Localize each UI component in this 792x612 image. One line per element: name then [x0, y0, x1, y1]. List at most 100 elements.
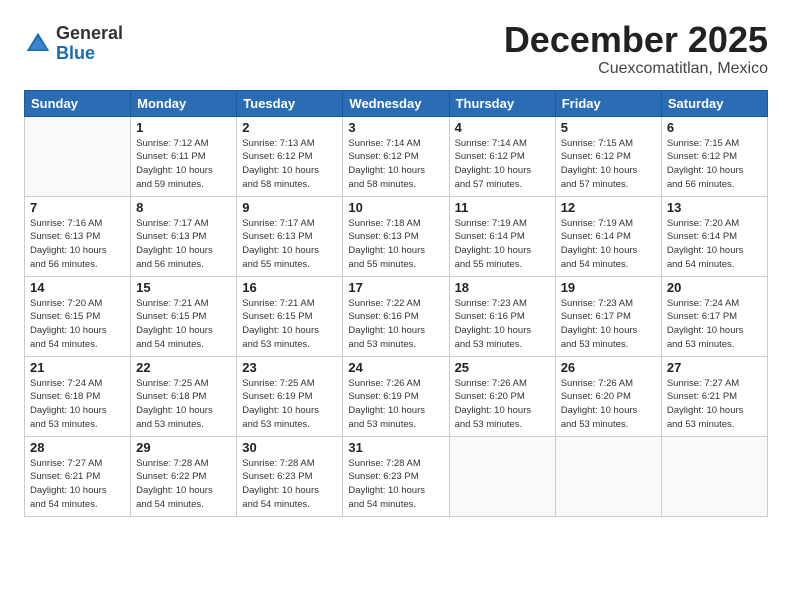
cell-week1-day4: 3 Sunrise: 7:14 AMSunset: 6:12 PMDaylight…: [343, 116, 449, 196]
cell-week2-day6: 12Sunrise: 7:19 AMSunset: 6:14 PMDayligh…: [555, 196, 661, 276]
day-number: 11: [455, 200, 550, 215]
day-number: 26: [561, 360, 656, 375]
cell-week4-day1: 21 Sunrise: 7:24 AMSunset: 6:18 PMDayligh…: [25, 356, 131, 436]
cell-week3-day3: 16Sunrise: 7:21 AMSunset: 6:15 PMDayligh…: [237, 276, 343, 356]
day-number: 17: [348, 280, 443, 295]
day-info: Sunrise: 7:25 AMSunset: 6:19 PMDaylight:…: [242, 377, 337, 432]
day-number: 8: [136, 200, 231, 215]
logo-blue-text: Blue: [56, 44, 123, 64]
cell-week3-day5: 18 Sunrise: 7:23 AMSunset: 6:16 PMDayligh…: [449, 276, 555, 356]
day-info: Sunrise: 7:28 AMSunset: 6:22 PMDaylight:…: [136, 457, 231, 512]
day-info: Sunrise: 7:26 AMSunset: 6:19 PMDaylight:…: [348, 377, 443, 432]
cell-week3-day7: 20 Sunrise: 7:24 AMSunset: 6:17 PMDayligh…: [661, 276, 767, 356]
day-number: 25: [455, 360, 550, 375]
day-info: Sunrise: 7:23 AMSunset: 6:17 PMDaylight:…: [561, 297, 656, 352]
day-number: 2: [242, 120, 337, 135]
cell-week2-day2: 8 Sunrise: 7:17 AMSunset: 6:13 PMDaylight…: [131, 196, 237, 276]
day-info: Sunrise: 7:13 AMSunset: 6:12 PMDaylight:…: [242, 137, 337, 192]
day-info: Sunrise: 7:24 AMSunset: 6:18 PMDaylight:…: [30, 377, 125, 432]
day-info: Sunrise: 7:12 AMSunset: 6:11 PMDaylight:…: [136, 137, 231, 192]
cell-week1-day2: 1 Sunrise: 7:12 AMSunset: 6:11 PMDaylight…: [131, 116, 237, 196]
day-info: Sunrise: 7:19 AMSunset: 6:14 PMDaylight:…: [561, 217, 656, 272]
day-info: Sunrise: 7:20 AMSunset: 6:15 PMDaylight:…: [30, 297, 125, 352]
cell-week5-day2: 29 Sunrise: 7:28 AMSunset: 6:22 PMDayligh…: [131, 436, 237, 516]
cell-week1-day6: 5 Sunrise: 7:15 AMSunset: 6:12 PMDaylight…: [555, 116, 661, 196]
logo-icon: [24, 30, 52, 58]
cell-week2-day1: 7Sunrise: 7:16 AMSunset: 6:13 PMDaylight…: [25, 196, 131, 276]
day-info: Sunrise: 7:14 AMSunset: 6:12 PMDaylight:…: [348, 137, 443, 192]
day-info: Sunrise: 7:18 AMSunset: 6:13 PMDaylight:…: [348, 217, 443, 272]
cell-week1-day1: [25, 116, 131, 196]
day-number: 6: [667, 120, 762, 135]
page: General Blue December 2025 Cuexcomatitla…: [0, 0, 792, 612]
cell-week5-day3: 30Sunrise: 7:28 AMSunset: 6:23 PMDayligh…: [237, 436, 343, 516]
cell-week5-day6: [555, 436, 661, 516]
day-number: 3: [348, 120, 443, 135]
day-info: Sunrise: 7:24 AMSunset: 6:17 PMDaylight:…: [667, 297, 762, 352]
logo-text: General Blue: [56, 24, 123, 64]
day-number: 27: [667, 360, 762, 375]
day-number: 18: [455, 280, 550, 295]
day-number: 5: [561, 120, 656, 135]
day-info: Sunrise: 7:19 AMSunset: 6:14 PMDaylight:…: [455, 217, 550, 272]
cell-week2-day5: 11 Sunrise: 7:19 AMSunset: 6:14 PMDayligh…: [449, 196, 555, 276]
cell-week3-day4: 17 Sunrise: 7:22 AMSunset: 6:16 PMDayligh…: [343, 276, 449, 356]
day-number: 23: [242, 360, 337, 375]
day-number: 16: [242, 280, 337, 295]
header-friday: Friday: [555, 90, 661, 116]
week-row-1: 1 Sunrise: 7:12 AMSunset: 6:11 PMDaylight…: [25, 116, 768, 196]
header: General Blue December 2025 Cuexcomatitla…: [24, 20, 768, 78]
day-number: 30: [242, 440, 337, 455]
day-number: 4: [455, 120, 550, 135]
cell-week4-day3: 23 Sunrise: 7:25 AMSunset: 6:19 PMDayligh…: [237, 356, 343, 436]
cell-week3-day6: 19 Sunrise: 7:23 AMSunset: 6:17 PMDayligh…: [555, 276, 661, 356]
cell-week1-day3: 2 Sunrise: 7:13 AMSunset: 6:12 PMDaylight…: [237, 116, 343, 196]
day-info: Sunrise: 7:17 AMSunset: 6:13 PMDaylight:…: [136, 217, 231, 272]
week-row-2: 7Sunrise: 7:16 AMSunset: 6:13 PMDaylight…: [25, 196, 768, 276]
day-number: 13: [667, 200, 762, 215]
day-number: 1: [136, 120, 231, 135]
cell-week5-day1: 28Sunrise: 7:27 AMSunset: 6:21 PMDayligh…: [25, 436, 131, 516]
header-thursday: Thursday: [449, 90, 555, 116]
cell-week5-day4: 31 Sunrise: 7:28 AMSunset: 6:23 PMDayligh…: [343, 436, 449, 516]
day-info: Sunrise: 7:25 AMSunset: 6:18 PMDaylight:…: [136, 377, 231, 432]
cell-week4-day2: 22Sunrise: 7:25 AMSunset: 6:18 PMDayligh…: [131, 356, 237, 436]
logo: General Blue: [24, 24, 123, 64]
calendar-title: December 2025: [504, 20, 768, 60]
day-number: 29: [136, 440, 231, 455]
week-row-5: 28Sunrise: 7:27 AMSunset: 6:21 PMDayligh…: [25, 436, 768, 516]
cell-week4-day5: 25 Sunrise: 7:26 AMSunset: 6:20 PMDayligh…: [449, 356, 555, 436]
day-number: 15: [136, 280, 231, 295]
cell-week3-day1: 14 Sunrise: 7:20 AMSunset: 6:15 PMDayligh…: [25, 276, 131, 356]
day-number: 14: [30, 280, 125, 295]
header-saturday: Saturday: [661, 90, 767, 116]
header-wednesday: Wednesday: [343, 90, 449, 116]
day-info: Sunrise: 7:27 AMSunset: 6:21 PMDaylight:…: [30, 457, 125, 512]
day-number: 10: [348, 200, 443, 215]
day-info: Sunrise: 7:26 AMSunset: 6:20 PMDaylight:…: [561, 377, 656, 432]
calendar-header: Sunday Monday Tuesday Wednesday Thursday…: [25, 90, 768, 116]
cell-week2-day7: 13Sunrise: 7:20 AMSunset: 6:14 PMDayligh…: [661, 196, 767, 276]
cell-week5-day5: [449, 436, 555, 516]
day-number: 19: [561, 280, 656, 295]
day-number: 20: [667, 280, 762, 295]
day-info: Sunrise: 7:15 AMSunset: 6:12 PMDaylight:…: [667, 137, 762, 192]
day-number: 21: [30, 360, 125, 375]
day-info: Sunrise: 7:14 AMSunset: 6:12 PMDaylight:…: [455, 137, 550, 192]
day-number: 31: [348, 440, 443, 455]
cell-week4-day6: 26 Sunrise: 7:26 AMSunset: 6:20 PMDayligh…: [555, 356, 661, 436]
day-info: Sunrise: 7:22 AMSunset: 6:16 PMDaylight:…: [348, 297, 443, 352]
day-info: Sunrise: 7:15 AMSunset: 6:12 PMDaylight:…: [561, 137, 656, 192]
header-tuesday: Tuesday: [237, 90, 343, 116]
day-info: Sunrise: 7:23 AMSunset: 6:16 PMDaylight:…: [455, 297, 550, 352]
day-info: Sunrise: 7:26 AMSunset: 6:20 PMDaylight:…: [455, 377, 550, 432]
header-monday: Monday: [131, 90, 237, 116]
cell-week1-day7: 6 Sunrise: 7:15 AMSunset: 6:12 PMDaylight…: [661, 116, 767, 196]
title-block: December 2025 Cuexcomatitlan, Mexico: [504, 20, 768, 78]
week-row-3: 14 Sunrise: 7:20 AMSunset: 6:15 PMDayligh…: [25, 276, 768, 356]
day-info: Sunrise: 7:28 AMSunset: 6:23 PMDaylight:…: [348, 457, 443, 512]
cell-week2-day4: 10 Sunrise: 7:18 AMSunset: 6:13 PMDayligh…: [343, 196, 449, 276]
day-info: Sunrise: 7:27 AMSunset: 6:21 PMDaylight:…: [667, 377, 762, 432]
cell-week2-day3: 9Sunrise: 7:17 AMSunset: 6:13 PMDaylight…: [237, 196, 343, 276]
day-headers-row: Sunday Monday Tuesday Wednesday Thursday…: [25, 90, 768, 116]
